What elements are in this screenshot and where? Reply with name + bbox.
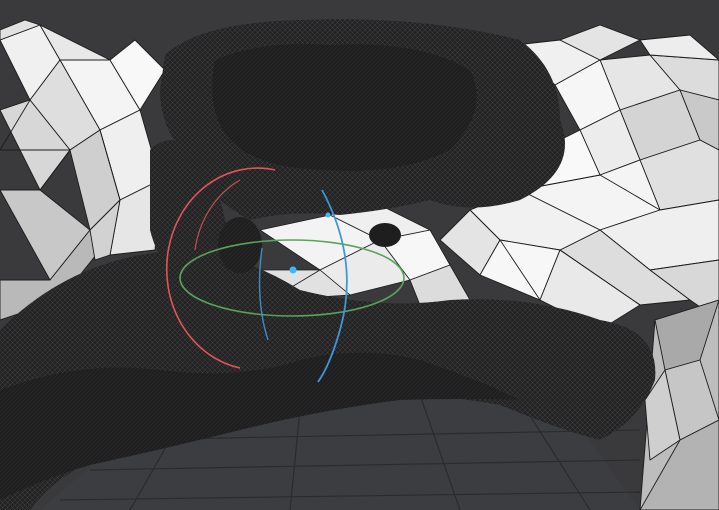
gizmo-z-handle[interactable] [325,212,331,218]
dense-mesh-canopy [160,19,565,220]
scene-canvas[interactable] [0,0,719,510]
gizmo-center-handle[interactable] [289,266,297,274]
3d-viewport[interactable] [0,0,719,510]
